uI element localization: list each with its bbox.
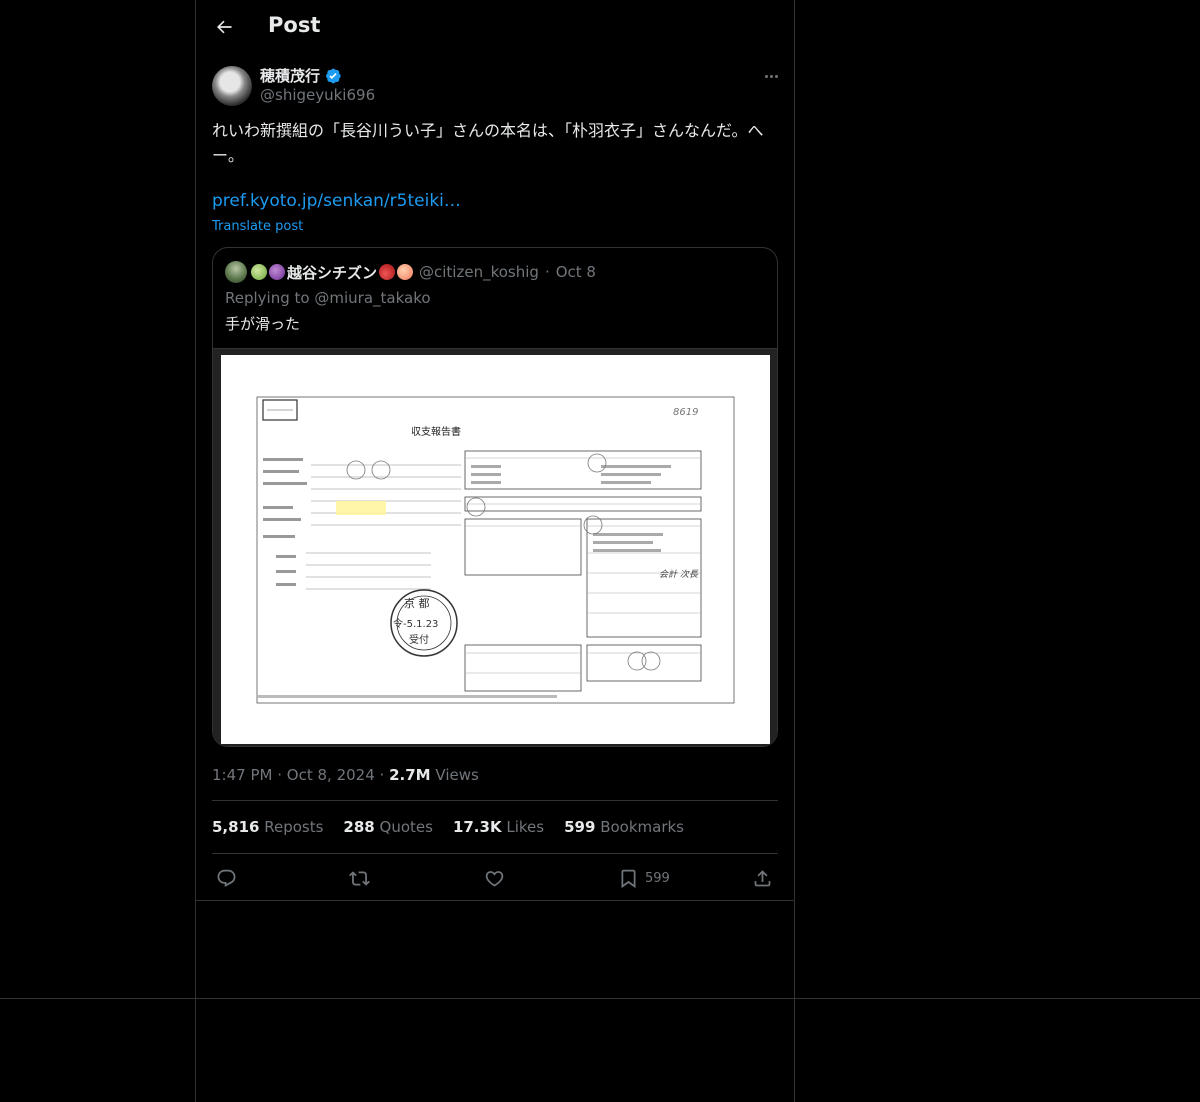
share-button[interactable]: [752, 865, 773, 891]
melon-emoji-icon: [251, 264, 267, 280]
translate-post-link[interactable]: Translate post: [212, 219, 303, 234]
quoted-post[interactable]: 越谷シチズン @citizen_koshig · Oct 8 Replying …: [212, 247, 778, 747]
cherry-emoji-icon: [379, 264, 396, 280]
document-drawing: 収支報告書 8619 京 都 令-5.1.23 受付 会計 次長: [256, 396, 735, 704]
bookmarks-stat[interactable]: 599 Bookmarks: [564, 818, 684, 836]
document-stamp-top: 京 都: [404, 596, 430, 610]
action-bar: 599: [212, 865, 778, 891]
divider: [212, 853, 778, 854]
divider: [212, 800, 778, 801]
quote-media[interactable]: 収支報告書 8619 京 都 令-5.1.23 受付 会計 次長: [213, 348, 777, 746]
bottom-divider: [0, 998, 1200, 999]
quote-header: 越谷シチズン @citizen_koshig · Oct 8: [225, 260, 596, 284]
quotes-stat[interactable]: 288 Quotes: [343, 818, 433, 836]
post-stats: 5,816 Reposts 288 Quotes 17.3K Likes 599…: [212, 818, 684, 836]
reply-button[interactable]: [216, 865, 237, 891]
quote-author-handle[interactable]: @citizen_koshig: [419, 263, 539, 281]
page-title: Post: [268, 13, 321, 37]
post-author: 穂積茂行 @shigeyuki696: [212, 64, 782, 108]
repost-button[interactable]: [349, 865, 370, 891]
grape-emoji-icon: [269, 264, 285, 280]
column-divider: [195, 900, 795, 901]
quote-replying-to: Replying to @miura_takako: [225, 289, 431, 307]
post-time[interactable]: 1:47 PM: [212, 766, 272, 784]
quote-text: 手が滑った: [225, 315, 301, 333]
back-button[interactable]: [209, 12, 239, 42]
document-stamp-received: 受付: [409, 633, 429, 646]
author-name-row[interactable]: 穂積茂行: [260, 65, 342, 86]
share-icon: [754, 869, 771, 886]
repost-icon: [349, 870, 370, 886]
bookmark-count: 599: [645, 870, 670, 886]
post-meta: 1:47 PM · Oct 8, 2024 · 2.7M Views: [212, 766, 479, 784]
likes-stat[interactable]: 17.3K Likes: [453, 818, 544, 836]
post-date[interactable]: Oct 8, 2024: [287, 766, 375, 784]
svg-text:8619: 8619: [673, 407, 698, 418]
svg-text:会計 次長: 会計 次長: [659, 569, 699, 580]
reply-icon: [217, 869, 236, 887]
like-button[interactable]: [484, 865, 505, 891]
bookmark-button[interactable]: 599: [618, 865, 670, 891]
quote-separator: ·: [544, 263, 550, 281]
document-title: 収支報告書: [411, 425, 461, 438]
document-image[interactable]: 収支報告書 8619 京 都 令-5.1.23 受付 会計 次長: [221, 355, 770, 744]
views-label: Views: [435, 766, 479, 784]
verified-badge-icon: [325, 68, 341, 83]
views-count: 2.7M: [389, 766, 431, 784]
replying-handle[interactable]: @miura_takako: [314, 289, 430, 307]
post-link[interactable]: pref.kyoto.jp/senkan/r5teiki…: [212, 191, 461, 211]
like-icon: [485, 870, 504, 887]
page-header: Post: [195, 0, 795, 53]
quote-date[interactable]: Oct 8: [556, 263, 596, 281]
reposts-stat[interactable]: 5,816 Reposts: [212, 818, 323, 836]
quote-author-name[interactable]: 越谷シチズン: [287, 262, 377, 283]
post-text: れいわ新撰組の「長谷川うい子」さんの本名は、「朴羽衣子」さんなんだ。へー。: [212, 121, 764, 165]
author-name[interactable]: 穂積茂行: [260, 65, 320, 86]
replying-prefix: Replying to: [225, 289, 310, 307]
avatar[interactable]: [212, 66, 252, 106]
document-stamp-date: 令-5.1.23: [393, 617, 438, 630]
bookmark-icon: [621, 869, 636, 888]
quote-author-name-row[interactable]: 越谷シチズン: [251, 262, 414, 283]
peach-emoji-icon: [397, 264, 414, 280]
author-handle[interactable]: @shigeyuki696: [260, 86, 375, 104]
quote-avatar[interactable]: [225, 261, 247, 283]
back-arrow-icon: [217, 20, 232, 34]
more-button[interactable]: [760, 66, 782, 86]
more-icon: [764, 74, 768, 78]
